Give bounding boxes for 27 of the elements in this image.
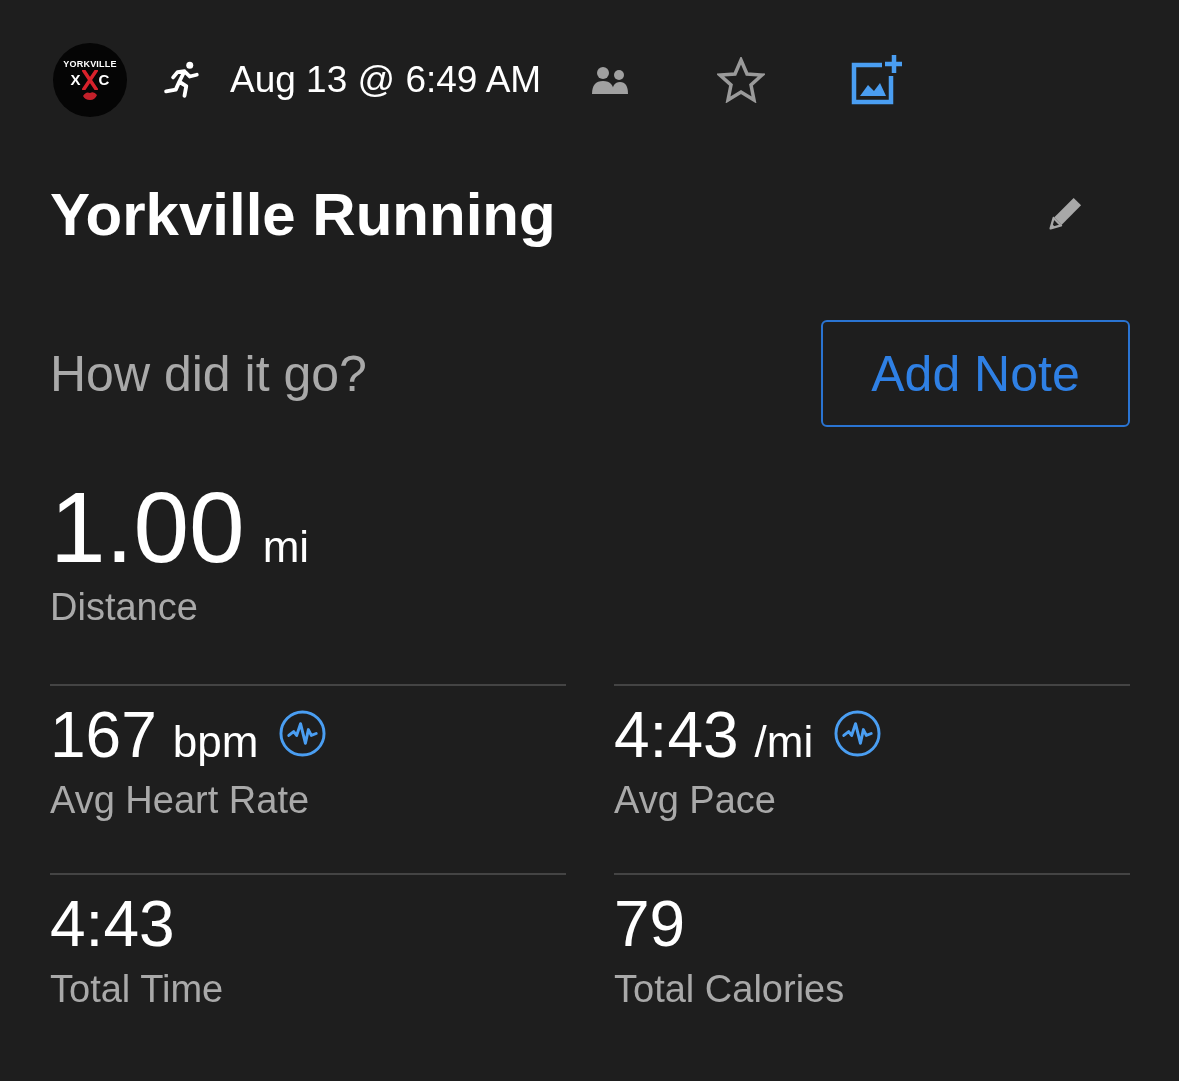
stat-label: Avg Pace bbox=[614, 778, 776, 823]
add-photo-icon[interactable] bbox=[850, 54, 903, 106]
distance-label: Distance bbox=[50, 585, 198, 630]
stat-value: 4:43 bbox=[614, 699, 739, 770]
stat-unit: bpm bbox=[172, 719, 259, 764]
logo-text: YORKVILLE bbox=[63, 59, 117, 69]
emblem-icon bbox=[82, 90, 98, 101]
stat-value: 79 bbox=[614, 888, 686, 959]
stat-unit: /mi bbox=[754, 719, 814, 764]
distance-unit: mi bbox=[262, 525, 310, 569]
people-icon[interactable] bbox=[590, 65, 631, 95]
distance-value: 1.00 bbox=[50, 477, 245, 577]
logo-letter: X bbox=[70, 72, 81, 87]
stat-label: Total Time bbox=[50, 966, 224, 1012]
activity-title: Yorkville Running bbox=[50, 180, 556, 250]
note-prompt: How did it go? bbox=[50, 344, 367, 404]
date-text: Aug 13 @ 6:49 AM bbox=[230, 57, 542, 102]
chart-icon[interactable] bbox=[279, 709, 327, 757]
logo-letter: C bbox=[98, 72, 110, 87]
stat-value: 4:43 bbox=[50, 888, 175, 959]
stat-label: Total Calories bbox=[614, 966, 845, 1012]
stat-value: 167 bbox=[50, 699, 157, 770]
crossed-sticks-icon bbox=[81, 69, 98, 90]
star-icon[interactable] bbox=[717, 57, 766, 103]
stat-label: Avg Heart Rate bbox=[50, 778, 310, 823]
chart-icon[interactable] bbox=[834, 709, 882, 757]
add-note-button[interactable]: Add Note bbox=[821, 320, 1130, 427]
